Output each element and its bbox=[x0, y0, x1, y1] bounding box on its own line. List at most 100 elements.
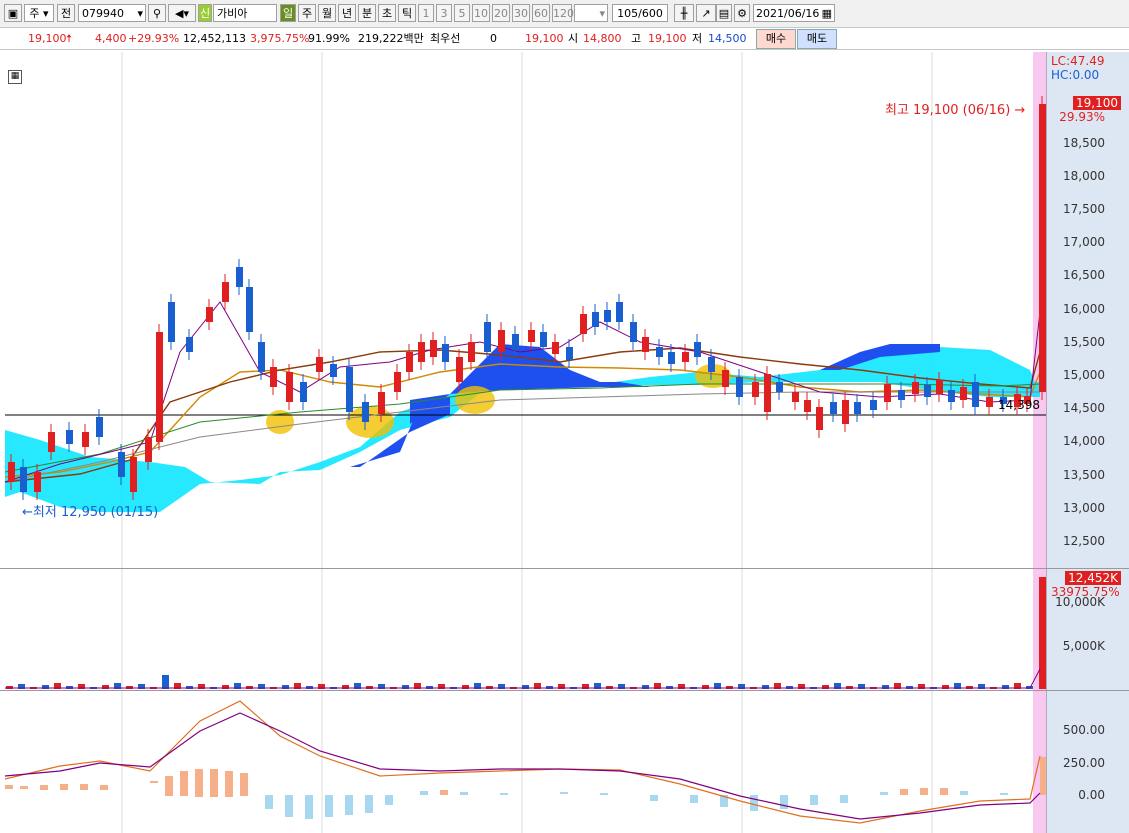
date-input[interactable]: 2021/06/16 ▦ bbox=[753, 4, 835, 22]
macd-histogram-bar bbox=[80, 784, 88, 790]
candle-icon[interactable]: ╫ bbox=[674, 4, 694, 22]
candle-body bbox=[912, 382, 919, 394]
macd-y-axis[interactable]: 500.00 250.00 0.00 bbox=[1046, 691, 1129, 833]
candle-body bbox=[430, 340, 437, 357]
candle-body bbox=[286, 372, 293, 402]
price-change: 4,400 bbox=[95, 32, 127, 45]
highlight-circle bbox=[346, 406, 394, 438]
y-tick-14000: 14,000 bbox=[1063, 434, 1105, 448]
custom-interval-select[interactable]: ▾ bbox=[574, 4, 608, 22]
candle-body bbox=[206, 307, 213, 322]
best-ask-value: 19,100 bbox=[525, 32, 564, 45]
low-label: 저 bbox=[692, 32, 703, 45]
sell-button[interactable]: 매도 bbox=[797, 29, 837, 49]
candle-body bbox=[764, 374, 771, 412]
search-icon[interactable]: ⚲ bbox=[148, 4, 166, 22]
y-tick-18000: 18,000 bbox=[1063, 169, 1105, 183]
gear-icon[interactable]: ⚙ bbox=[734, 4, 750, 22]
buy-button[interactable]: 매수 bbox=[756, 29, 796, 49]
candle-body bbox=[258, 342, 265, 372]
volume-canvas[interactable] bbox=[0, 569, 1046, 691]
low-value: 14,500 bbox=[708, 32, 747, 45]
save-icon[interactable]: ▤ bbox=[716, 4, 732, 22]
prev-button[interactable]: 전 bbox=[57, 4, 75, 22]
macd-panel[interactable]: 500.00 250.00 0.00 bbox=[0, 690, 1129, 833]
interval-30[interactable]: 30 bbox=[512, 4, 530, 22]
macd-histogram-bar bbox=[305, 795, 313, 819]
period-day-tab[interactable]: 일 bbox=[280, 4, 296, 22]
period-month-tab[interactable]: 월 bbox=[318, 4, 336, 22]
macd-histogram-bar bbox=[240, 773, 248, 796]
macd-histogram-bar bbox=[150, 781, 158, 783]
macd-histogram-bar bbox=[195, 769, 203, 797]
market-mode-select[interactable]: 주 ▾ bbox=[24, 4, 54, 22]
trend-icon[interactable]: ↗ bbox=[696, 4, 716, 22]
volume-y-axis[interactable]: 12,452K 33975.75% 10,000K 5,000K bbox=[1046, 569, 1129, 691]
candle-body bbox=[642, 337, 649, 352]
candle-body bbox=[936, 380, 943, 394]
candle-body bbox=[512, 334, 519, 350]
period-tick-tab[interactable]: 틱 bbox=[398, 4, 416, 22]
macd-histogram-bar bbox=[880, 792, 888, 795]
macd-histogram-bar bbox=[560, 792, 568, 794]
y-tick-18500: 18,500 bbox=[1063, 136, 1105, 150]
price-y-axis[interactable]: LC:47.49 HC:0.00 19,100 29.93% 18,500 18… bbox=[1046, 52, 1129, 568]
high-value: 19,100 bbox=[648, 32, 687, 45]
price-chart-panel[interactable]: LC:47.49 HC:0.00 19,100 29.93% 18,500 18… bbox=[0, 52, 1129, 568]
chart-settings-icon[interactable]: ▦ bbox=[8, 70, 22, 84]
candle-body bbox=[752, 382, 759, 397]
candle-body bbox=[830, 402, 837, 414]
macd-histogram-bar bbox=[460, 792, 468, 795]
open-value: 14,800 bbox=[583, 32, 622, 45]
price-change-pct: +29.93% bbox=[128, 32, 180, 45]
candle-body bbox=[972, 382, 979, 407]
candle-body bbox=[484, 322, 491, 352]
interval-3[interactable]: 3 bbox=[436, 4, 452, 22]
data-count-field[interactable]: 105/600 bbox=[612, 4, 668, 22]
candle-body bbox=[616, 302, 623, 322]
candle-body bbox=[722, 370, 729, 387]
calendar-icon[interactable]: ▦ bbox=[822, 5, 834, 23]
y-tick-15000: 15,000 bbox=[1063, 368, 1105, 382]
volume-panel[interactable]: 12,452K 33975.75% 10,000K 5,000K bbox=[0, 568, 1129, 691]
macd-histogram-bar bbox=[1000, 793, 1008, 795]
y-tick-13500: 13,500 bbox=[1063, 468, 1105, 482]
candle-body bbox=[792, 392, 799, 402]
candle-body bbox=[82, 432, 89, 447]
period-year-tab[interactable]: 년 bbox=[338, 4, 356, 22]
interval-60[interactable]: 60 bbox=[532, 4, 550, 22]
quote-bar: 19,100 🠅 4,400 +29.93% 12,452,113 3,975.… bbox=[0, 28, 1129, 50]
macd-histogram-bar bbox=[900, 789, 908, 795]
interval-20[interactable]: 20 bbox=[492, 4, 510, 22]
candle-body bbox=[960, 387, 967, 400]
price-chart-canvas[interactable] bbox=[0, 52, 1046, 568]
interval-120[interactable]: 120 bbox=[552, 4, 574, 22]
macd-histogram-bar bbox=[210, 769, 218, 797]
macd-histogram-bar bbox=[345, 795, 353, 815]
candle-body bbox=[592, 312, 599, 327]
candle-body bbox=[498, 330, 505, 352]
candle-body bbox=[270, 367, 277, 387]
macd-canvas[interactable] bbox=[0, 691, 1046, 833]
stock-code-input[interactable]: 079940 ▾ bbox=[78, 4, 146, 22]
period-second-tab[interactable]: 초 bbox=[378, 4, 396, 22]
candle-body bbox=[66, 430, 73, 444]
window-menu-icon[interactable]: ▣ bbox=[4, 4, 22, 22]
macd-histogram-bar bbox=[180, 771, 188, 796]
macd-histogram-bar bbox=[40, 785, 48, 790]
hline-value: 14,398 bbox=[998, 398, 1040, 412]
candle-body bbox=[48, 432, 55, 452]
candle-body bbox=[418, 342, 425, 362]
interval-10[interactable]: 10 bbox=[472, 4, 490, 22]
candle-body bbox=[96, 417, 103, 437]
period-minute-tab[interactable]: 분 bbox=[358, 4, 376, 22]
speaker-icon[interactable]: ◀▾ bbox=[168, 4, 196, 22]
candle-body bbox=[682, 352, 689, 362]
period-week-tab[interactable]: 주 bbox=[298, 4, 316, 22]
candle-body bbox=[346, 367, 353, 412]
open-label: 시 bbox=[568, 32, 579, 45]
interval-5[interactable]: 5 bbox=[454, 4, 470, 22]
stock-name-field[interactable]: 가비아 bbox=[213, 4, 277, 22]
interval-1[interactable]: 1 bbox=[418, 4, 434, 22]
highlight-circle bbox=[455, 386, 495, 414]
